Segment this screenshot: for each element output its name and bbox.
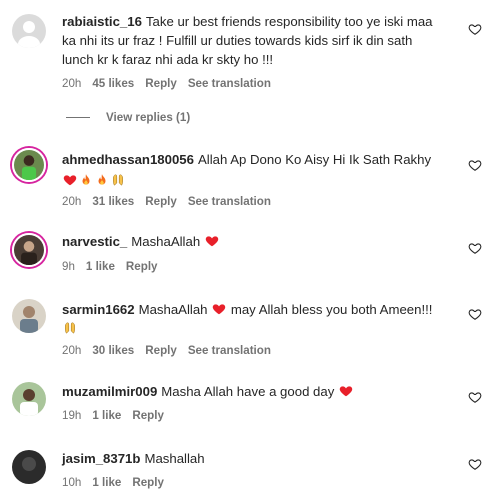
comment-item: jasim_8371b Mashallah 10h 1 like Reply [0, 444, 490, 503]
open-hands-emoji [63, 321, 77, 335]
comment-meta: 20h 45 likes Reply See translation [62, 77, 282, 90]
comment-item: sarmin1662 MashaAllah may Allah bless you… [0, 293, 490, 363]
likes-count[interactable]: 1 like [86, 260, 115, 273]
comment-meta: 20h 30 likes Reply See translation [62, 344, 282, 357]
comment-username[interactable]: ahmedhassan180056 [62, 152, 194, 167]
comment-body: ahmedhassan180056 Allah Ap Dono Ko Aisy H… [62, 150, 446, 190]
comment-item: rabiaistic_16 Take ur best friends respon… [0, 0, 490, 130]
comment-item: ahmedhassan180056 Allah Ap Dono Ko Aisy H… [0, 143, 490, 213]
like-heart-icon[interactable] [468, 241, 482, 255]
comment-username[interactable]: narvestic_ [62, 234, 127, 249]
view-replies-button[interactable]: View replies (1) [66, 111, 190, 124]
see-translation-button[interactable]: See translation [188, 195, 271, 208]
comment-time: 20h [62, 195, 82, 208]
comment-username[interactable]: rabiaistic_16 [62, 14, 142, 29]
comment-text: MashaAllah [131, 234, 201, 249]
avatar-default[interactable] [12, 14, 46, 48]
fire-emoji [95, 173, 109, 187]
comment-text: Allah Ap Dono Ko Aisy Hi Ik Sath Rakhy [197, 152, 432, 167]
comment-text: Masha Allah have a good day [161, 384, 335, 399]
comment-username[interactable]: jasim_8371b [62, 451, 140, 466]
like-heart-icon[interactable] [468, 390, 482, 404]
comment-username[interactable]: muzamilmir009 [62, 384, 157, 399]
emoji-row [62, 171, 446, 190]
comment-text: Mashallah [144, 451, 205, 466]
avatar[interactable] [12, 450, 46, 484]
reply-button[interactable]: Reply [145, 344, 177, 357]
reply-button[interactable]: Reply [126, 260, 158, 273]
comment-body: muzamilmir009 Masha Allah have a good day [62, 382, 446, 401]
fire-emoji [79, 173, 93, 187]
comment-body: rabiaistic_16 Take ur best friends respon… [62, 12, 446, 69]
comment-body: jasim_8371b Mashallah [62, 449, 446, 468]
comment-text: MashaAllah [138, 302, 208, 317]
comment-meta: 19h 1 like Reply [62, 409, 175, 422]
see-translation-button[interactable]: See translation [188, 344, 271, 357]
comment-time: 19h [62, 409, 82, 422]
red-heart-emoji [63, 173, 77, 187]
red-heart-emoji [212, 302, 226, 316]
comment-text-continued: may Allah bless you both Ameen!!! [230, 302, 433, 317]
comment-time: 10h [62, 476, 82, 489]
likes-count[interactable]: 31 likes [92, 195, 134, 208]
like-heart-icon[interactable] [468, 457, 482, 471]
comment-time: 9h [62, 260, 75, 273]
avatar-story-ring[interactable] [12, 148, 46, 182]
replies-divider [66, 117, 90, 119]
reply-button[interactable]: Reply [145, 77, 177, 90]
likes-count[interactable]: 45 likes [92, 77, 134, 90]
like-heart-icon[interactable] [468, 158, 482, 172]
view-replies-label: View replies (1) [106, 111, 191, 124]
comment-username[interactable]: sarmin1662 [62, 302, 135, 317]
comment-meta: 20h 31 likes Reply See translation [62, 195, 282, 208]
see-translation-button[interactable]: See translation [188, 77, 271, 90]
comment-item: muzamilmir009 Masha Allah have a good day… [0, 378, 490, 433]
comment-meta: 10h 1 like Reply [62, 476, 175, 489]
comment-item: narvestic_ MashaAllah 9h 1 like Reply [0, 227, 490, 287]
avatar[interactable] [12, 299, 46, 333]
comment-time: 20h [62, 344, 82, 357]
reply-button[interactable]: Reply [132, 409, 164, 422]
open-hands-emoji [111, 173, 125, 187]
like-heart-icon[interactable] [468, 307, 482, 321]
likes-count[interactable]: 1 like [92, 476, 121, 489]
red-heart-emoji [339, 384, 353, 398]
likes-count[interactable]: 30 likes [92, 344, 134, 357]
avatar[interactable] [12, 382, 46, 416]
red-heart-emoji [205, 234, 219, 248]
avatar-story-ring[interactable] [12, 233, 46, 267]
comment-meta: 9h 1 like Reply [62, 260, 169, 273]
comment-body: narvestic_ MashaAllah [62, 232, 446, 251]
reply-button[interactable]: Reply [132, 476, 164, 489]
reply-button[interactable]: Reply [145, 195, 177, 208]
like-heart-icon[interactable] [468, 22, 482, 36]
likes-count[interactable]: 1 like [92, 409, 121, 422]
comment-body: sarmin1662 MashaAllah may Allah bless you… [62, 300, 446, 338]
comment-time: 20h [62, 77, 82, 90]
